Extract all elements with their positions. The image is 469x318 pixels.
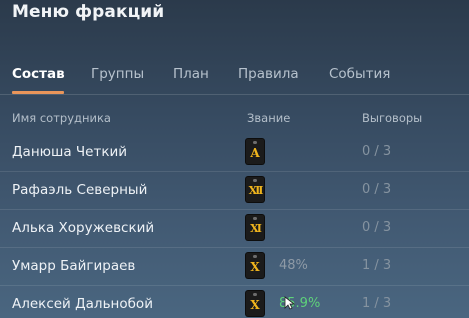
- employee-name: Алька Хоружевский: [12, 220, 155, 236]
- tab-bar: Состав Группы План Правила События: [0, 60, 469, 95]
- rank-progress: 48%: [279, 258, 308, 273]
- tab-events[interactable]: События: [329, 66, 390, 82]
- rank-insignia-icon: XI: [246, 215, 264, 240]
- tab-rules[interactable]: Правила: [238, 66, 299, 82]
- reprimand-count: 0 / 3: [362, 220, 392, 235]
- rank-label: X: [250, 298, 260, 312]
- column-header-rank: Звание: [247, 111, 291, 125]
- mouse-pointer-icon: [284, 296, 296, 310]
- rank-label: XI: [250, 222, 262, 235]
- employee-name: Данюша Четкий: [12, 144, 128, 160]
- column-header-name: Имя сотрудника: [12, 111, 111, 125]
- rank-label: XII: [248, 184, 264, 197]
- employee-name: Рафаэль Северный: [12, 182, 148, 198]
- column-header-reprimands: Выговоры: [362, 111, 423, 125]
- tab-plan[interactable]: План: [173, 66, 209, 82]
- rank-insignia-icon: X: [246, 291, 264, 316]
- rank-label: A: [250, 146, 260, 160]
- tab-staff[interactable]: Состав: [12, 66, 65, 82]
- table-row[interactable]: Данюша Четкий A 0 / 3: [0, 133, 469, 172]
- employee-name: Алексей Дальнобой: [12, 296, 153, 312]
- table-row[interactable]: Рафаэль Северный XII 0 / 3: [0, 171, 469, 210]
- rank-insignia-icon: A: [246, 139, 264, 164]
- table-row[interactable]: Алька Хоружевский XI 0 / 3: [0, 209, 469, 248]
- table-row[interactable]: Умарр Байгираев X 48% 1 / 3: [0, 247, 469, 286]
- reprimand-count: 0 / 3: [362, 182, 392, 197]
- reprimand-count: 1 / 3: [362, 296, 392, 311]
- rank-insignia-icon: XII: [246, 177, 264, 202]
- active-tab-indicator: [12, 91, 64, 94]
- reprimand-count: 0 / 3: [362, 144, 392, 159]
- table-row[interactable]: Алексей Дальнобой X 85.9% 1 / 3: [0, 285, 469, 318]
- tab-groups[interactable]: Группы: [91, 66, 144, 82]
- rank-insignia-icon: X: [246, 253, 264, 278]
- employee-name: Умарр Байгираев: [12, 258, 136, 274]
- reprimand-count: 1 / 3: [362, 258, 392, 273]
- window-title: Меню фракций: [12, 2, 165, 22]
- rank-label: X: [250, 260, 260, 274]
